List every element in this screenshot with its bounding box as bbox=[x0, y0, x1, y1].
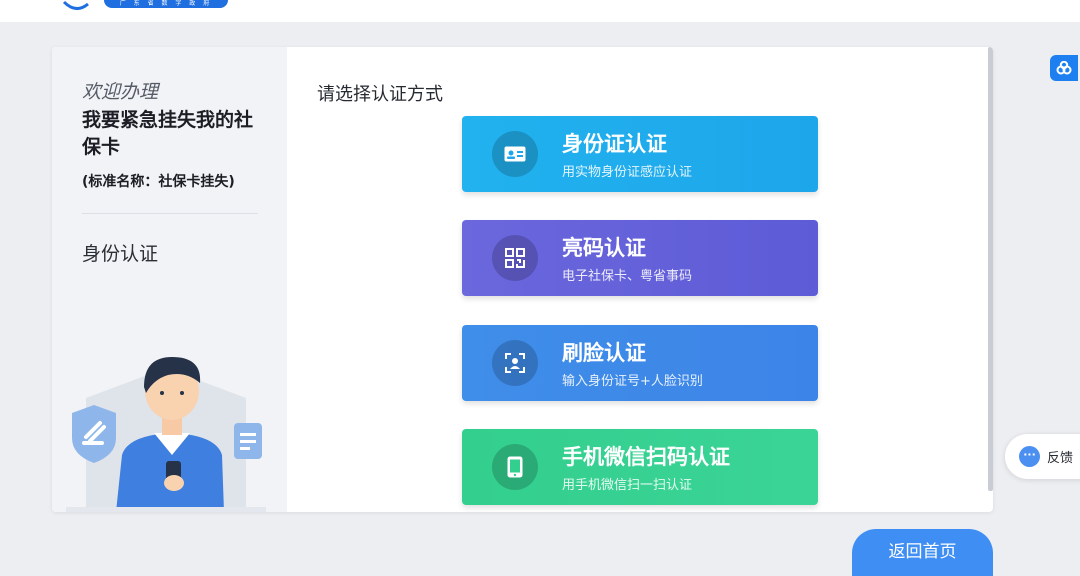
logo-icon bbox=[62, 0, 89, 10]
wechat-scan-auth-desc: 用手机微信扫一扫认证 bbox=[562, 478, 693, 493]
sidebar-divider bbox=[82, 213, 258, 214]
top-bar: 广 东 省 数 字 政 府 bbox=[0, 0, 1080, 22]
face-auth-label: 刷脸认证 bbox=[562, 341, 646, 365]
service-title: 我要紧急挂失我的社保卡 bbox=[82, 109, 254, 158]
back-home-button[interactable]: 返回首页 bbox=[852, 529, 993, 576]
qr-code-auth-button[interactable]: 亮码认证 电子社保卡、粤省事码 bbox=[462, 220, 818, 296]
feedback-button[interactable]: ··· 反馈 bbox=[1005, 434, 1080, 479]
service-sidebar: 欢迎办理 我要紧急挂失我的社保卡 (标准名称：社保卡挂失) 身份认证 bbox=[52, 47, 287, 512]
current-step: 身份认证 bbox=[82, 243, 159, 265]
link-icon bbox=[1056, 61, 1072, 75]
service-card: 欢迎办理 我要紧急挂失我的社保卡 (标准名称：社保卡挂失) 身份认证 请选择认证… bbox=[52, 47, 993, 512]
id-card-auth-label: 身份证认证 bbox=[562, 132, 667, 156]
id-card-icon bbox=[492, 131, 538, 177]
feedback-label: 反馈 bbox=[1047, 451, 1074, 466]
person-illustration bbox=[66, 357, 266, 512]
accessibility-button[interactable] bbox=[1050, 55, 1078, 81]
phone-icon bbox=[492, 444, 538, 490]
id-card-auth-desc: 用实物身份证感应认证 bbox=[562, 165, 693, 180]
face-auth-button[interactable]: 刷脸认证 输入身份证号+人脸识别 bbox=[462, 325, 818, 401]
qr-code-auth-desc: 电子社保卡、粤省事码 bbox=[562, 269, 693, 284]
wechat-scan-auth-label: 手机微信扫码认证 bbox=[562, 445, 730, 469]
face-auth-desc: 输入身份证号+人脸识别 bbox=[562, 374, 703, 389]
chat-bubble-icon: ··· bbox=[1019, 446, 1040, 467]
face-scan-icon bbox=[492, 340, 538, 386]
qr-code-auth-label: 亮码认证 bbox=[562, 236, 646, 260]
logo-badge: 广 东 省 数 字 政 府 bbox=[104, 0, 228, 8]
wechat-scan-auth-button[interactable]: 手机微信扫码认证 用手机微信扫一扫认证 bbox=[462, 429, 818, 505]
id-card-auth-button[interactable]: 身份证认证 用实物身份证感应认证 bbox=[462, 116, 818, 192]
select-method-prompt: 请选择认证方式 bbox=[317, 84, 443, 105]
document-icon bbox=[234, 423, 262, 459]
scrollbar[interactable] bbox=[988, 47, 993, 491]
auth-method-panel: 请选择认证方式 身份证认证 用实物身份证感应认证 亮码认证 电子社保卡、粤省事码… bbox=[287, 47, 993, 512]
standard-name: (标准名称：社保卡挂失) bbox=[82, 174, 235, 190]
qr-code-icon bbox=[492, 235, 538, 281]
welcome-text: 欢迎办理 bbox=[82, 81, 159, 103]
